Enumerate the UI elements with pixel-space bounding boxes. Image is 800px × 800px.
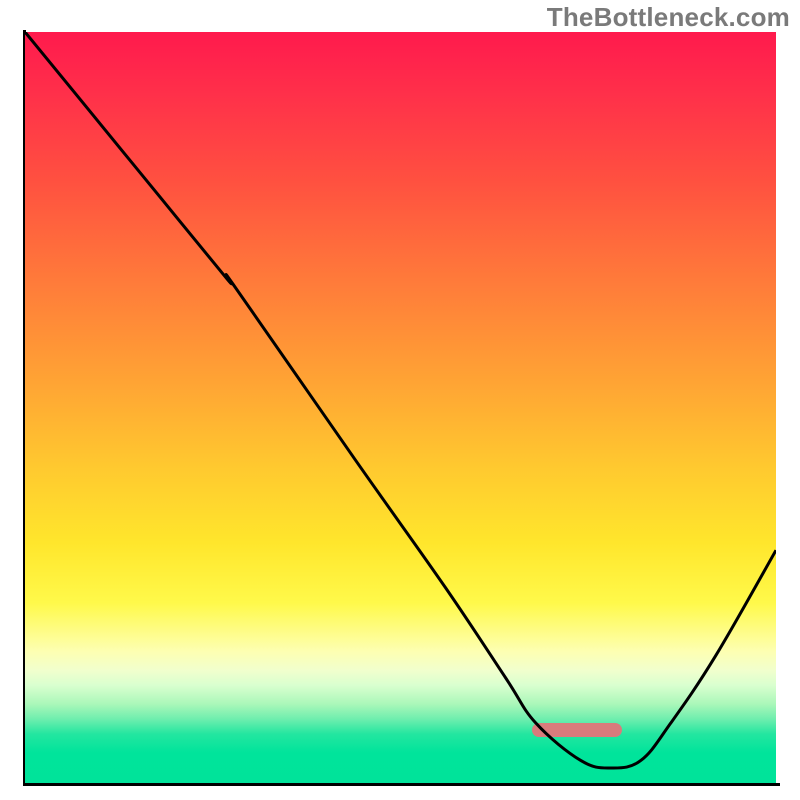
bottleneck-curve [25,32,776,783]
plot-area [25,32,776,783]
x-axis-line [23,783,780,786]
bottleneck-curve-path [25,32,776,768]
chart-frame: TheBottleneck.com [0,0,800,800]
watermark-text: TheBottleneck.com [547,2,790,33]
